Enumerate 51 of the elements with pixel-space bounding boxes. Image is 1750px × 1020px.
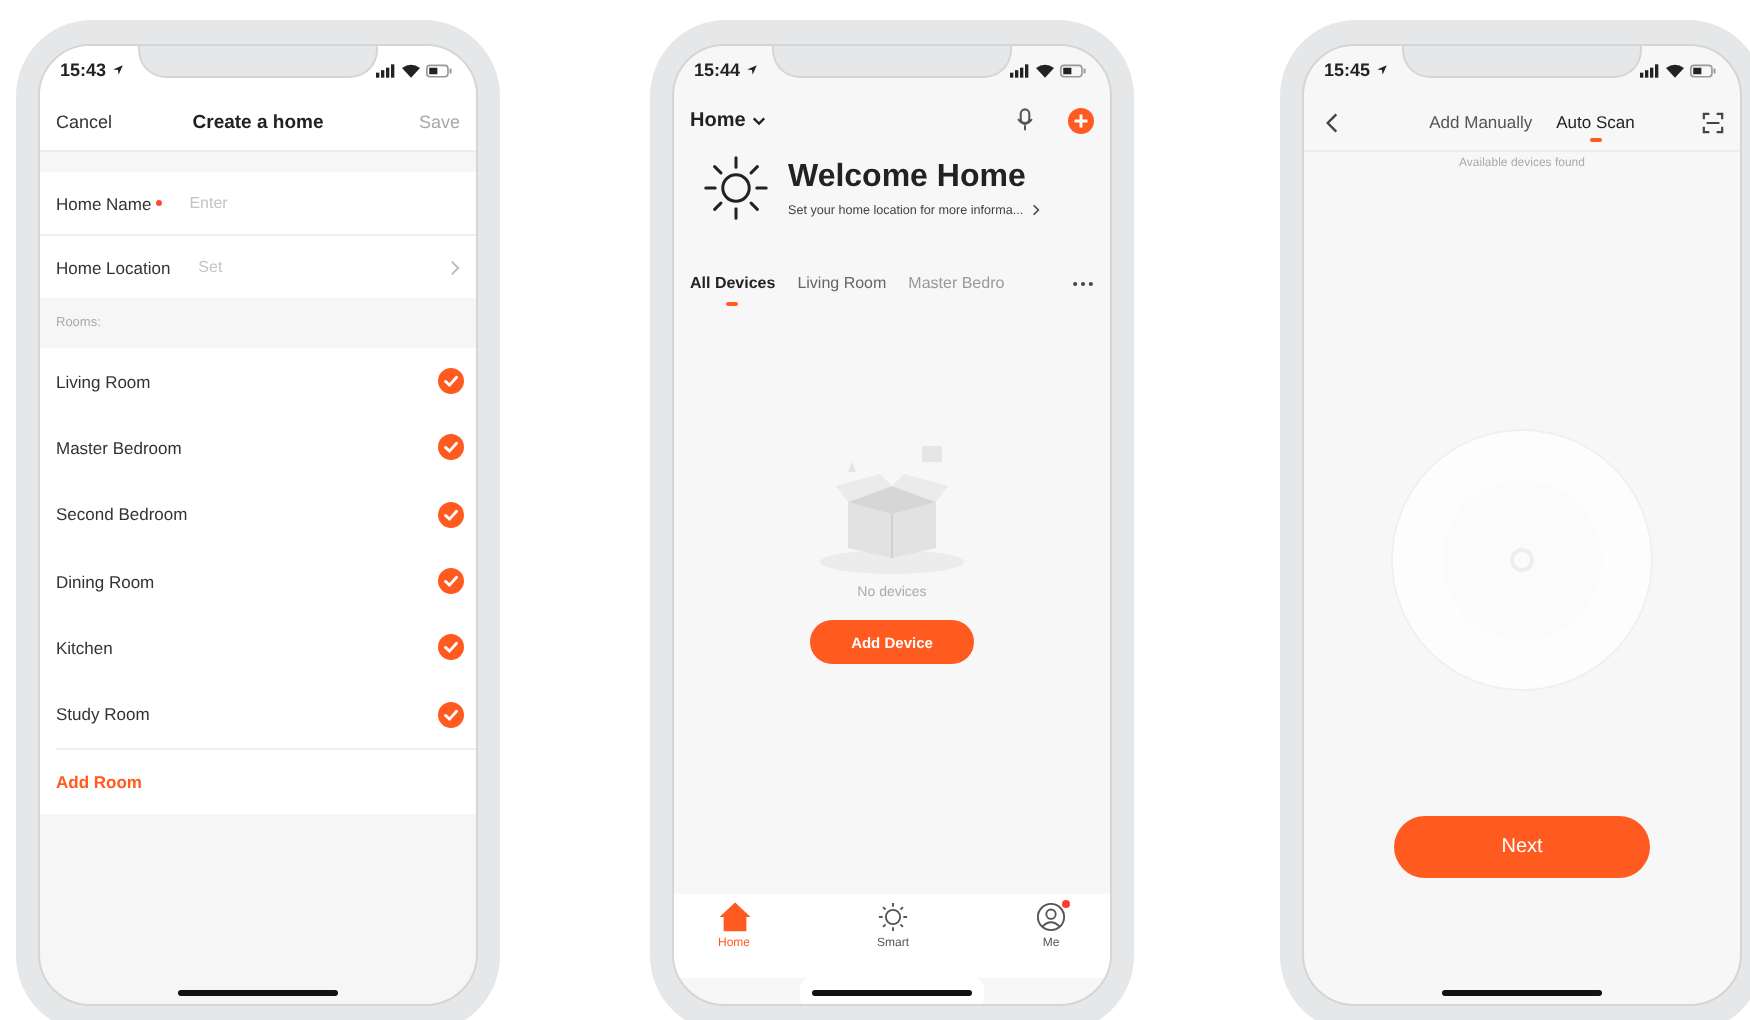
- home-name-input[interactable]: Enter: [189, 194, 350, 212]
- battery-icon: [1690, 63, 1716, 77]
- user-icon: [1036, 902, 1066, 932]
- battery-icon: [426, 63, 452, 77]
- status-time: 15:45: [1324, 60, 1371, 80]
- more-icon[interactable]: [1072, 280, 1094, 288]
- home-menu[interactable]: Home: [690, 109, 746, 131]
- status-time: 15:43: [60, 60, 107, 80]
- checkmark-icon[interactable]: [438, 634, 464, 661]
- caret-down-icon: [751, 115, 766, 125]
- room-item[interactable]: Study Room: [40, 680, 476, 748]
- status-time: 15:44: [694, 60, 741, 80]
- room-tab[interactable]: All Devices: [690, 274, 776, 306]
- battery-icon: [1060, 63, 1086, 77]
- cancel-button[interactable]: Cancel: [56, 112, 113, 132]
- location-arrow-icon: [1376, 64, 1389, 76]
- wifi-icon: [402, 63, 420, 77]
- sun-icon: [878, 902, 908, 932]
- checkmark-icon[interactable]: [438, 434, 464, 461]
- room-item[interactable]: Second Bedroom: [40, 481, 476, 548]
- house-icon: [719, 902, 749, 932]
- screen-title: Create a home: [192, 111, 324, 133]
- room-item[interactable]: Living Room: [40, 348, 476, 415]
- location-arrow-icon: [746, 64, 759, 76]
- checkmark-icon[interactable]: [438, 568, 464, 595]
- sun-icon: [702, 154, 770, 222]
- signal-icon: [376, 63, 396, 77]
- room-item[interactable]: Master Bedroom: [40, 414, 476, 482]
- chevron-right-icon: [450, 259, 460, 275]
- home-location-label: Home Location: [56, 257, 171, 277]
- checkmark-icon[interactable]: [438, 368, 464, 395]
- room-tab[interactable]: Living Room: [797, 274, 887, 306]
- mode-tab[interactable]: Auto Scan: [1556, 112, 1635, 142]
- back-icon[interactable]: [1326, 111, 1338, 133]
- wifi-icon: [1666, 63, 1684, 77]
- signal-icon: [1010, 63, 1030, 77]
- microphone-icon[interactable]: [1016, 108, 1034, 132]
- signal-icon: [1640, 63, 1660, 77]
- welcome-title: Welcome Home: [788, 159, 1028, 195]
- checkmark-icon[interactable]: [438, 701, 464, 728]
- scan-icon[interactable]: [1702, 111, 1724, 133]
- add-icon[interactable]: [1068, 107, 1094, 133]
- wifi-icon: [1036, 63, 1054, 77]
- home-location-field[interactable]: Set: [198, 258, 359, 276]
- chevron-right-icon: [1031, 204, 1040, 216]
- room-item[interactable]: Dining Room: [40, 547, 476, 615]
- mode-tab[interactable]: Add Manually: [1429, 112, 1533, 142]
- checkmark-icon[interactable]: [438, 501, 464, 528]
- room-item[interactable]: Kitchen: [40, 614, 476, 681]
- location-arrow-icon: [112, 64, 125, 76]
- home-name-label: Home Name: [56, 193, 152, 213]
